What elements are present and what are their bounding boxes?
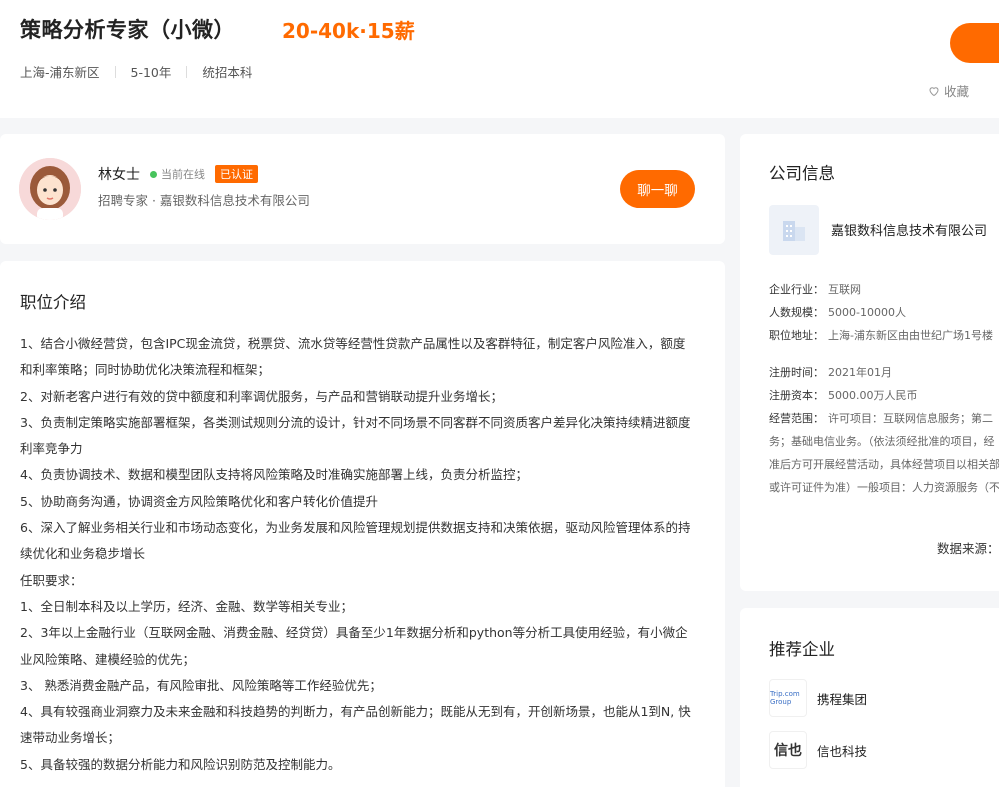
description-line: 2、3年以上金融行业（互联网金融、消费金融、经贷贷）具备至少1年数据分析和pyt… (20, 625, 688, 667)
online-status-text: 当前在线 (161, 168, 205, 181)
description-line: 5、具备较强的数据分析能力和风险识别防范及控制能力。 (20, 756, 341, 772)
ctrip-logo: Trip.com Group (769, 679, 807, 717)
scope-line: 准后方可开展经营活动，具体经营项目以相关部 (769, 458, 999, 471)
size-label: 人数规模： (769, 306, 824, 319)
description-line: 4、具有较强商业洞察力及未来金融和科技趋势的判断力，有产品创新能力；既能从无到有… (20, 704, 691, 746)
description-line: 2、对新老客户进行有效的贷中额度和利率调优服务，与产品和营销联动提升业务增长； (20, 388, 503, 404)
company-info-card: 公司信息 嘉银数科信息技术有限公司 企业行业： 互联网 人数规模： 5000-1… (740, 134, 999, 591)
scope-line: 或许可证件为准）一般项目：人力资源服务（不 (769, 481, 999, 494)
scope-line: 务；基础电信业务。（依法须经批准的项目，经 (769, 435, 995, 448)
description-line: 3、 熟悉消费金融产品，有风险审批、风险策略等工作经验优先； (20, 677, 382, 693)
recommended-companies-card: 推荐企业 Trip.com Group 携程集团 信也 信也科技 (740, 608, 999, 787)
favorite-button[interactable]: 收藏 (928, 81, 969, 100)
recruiter-subtitle: 招聘专家 · 嘉银数科信息技术有限公司 (98, 193, 310, 208)
chat-button[interactable]: 聊一聊 (620, 170, 695, 208)
recruiter-name-row: 林女士 当前在线 已认证 (98, 164, 258, 184)
job-title: 策略分析专家（小微） (20, 18, 235, 42)
job-location: 上海-浦东新区 (20, 65, 100, 80)
recommend-item-name: 携程集团 (817, 691, 868, 707)
description-line: 6、深入了解业务相关行业和市场动态变化，为业务发展和风险管理规划提供数据支持和决… (20, 520, 691, 562)
data-source-label: 数据来源： (937, 541, 999, 556)
company-size-row: 人数规模： 5000-10000人 (769, 301, 999, 324)
xinye-logo: 信也 (769, 731, 807, 769)
recruiter-card: 林女士 当前在线 已认证 招聘专家 · 嘉银数科信息技术有限公司 聊一聊 (0, 134, 725, 244)
company-details: 企业行业： 互联网 人数规模： 5000-10000人 职位地址： 上海-浦东新… (769, 278, 999, 499)
description-body: 1、结合小微经营贷，包含IPC现金流贷，税票贷、流水贷等经营性贷款产品属性以及客… (20, 331, 696, 778)
reg-date-label: 注册时间： (769, 366, 824, 379)
description-line: 5、协助商务沟通，协调资金方风险策略优化和客户转化价值提升 (20, 493, 378, 509)
company-industry-row: 企业行业： 互联网 (769, 278, 999, 301)
job-meta: 上海-浦东新区 5-10年 统招本科 (20, 62, 252, 81)
scope-label: 经营范围： (769, 412, 824, 425)
company-info-title: 公司信息 (769, 164, 835, 183)
recommend-item-xinye[interactable]: 信也 信也科技 (769, 731, 867, 769)
capital-label: 注册资本： (769, 389, 824, 402)
description-line: 任职要求： (20, 572, 83, 588)
ctrip-logo-text: Trip.com Group (770, 690, 800, 706)
divider (114, 65, 116, 78)
verified-badge: 已认证 (215, 165, 258, 183)
company-capital-row: 注册资本： 5000.00万人民币 (769, 384, 999, 407)
description-line: 1、全日制本科及以上学历，经济、金融、数学等相关专业； (20, 598, 353, 614)
company-reg-date-row: 注册时间： 2021年01月 (769, 361, 999, 384)
salary: 20-40k·15薪 (282, 19, 415, 43)
divider (186, 65, 188, 78)
size-value: 5000-10000人 (828, 306, 906, 319)
job-header: 策略分析专家（小微） 20-40k·15薪 上海-浦东新区 5-10年 统招本科… (0, 0, 999, 118)
address-label: 职位地址： (769, 329, 824, 342)
description-line: 1、结合小微经营贷，包含IPC现金流贷，税票贷、流水贷等经营性贷款产品属性以及客… (20, 336, 686, 378)
description-title: 职位介绍 (20, 293, 86, 312)
xinye-logo-text: 信也 (774, 743, 802, 759)
business-scope: 经营范围： 许可项目：互联网信息服务；第二 务；基础电信业务。（依法须经批准的项目… (769, 407, 999, 499)
recommend-title: 推荐企业 (769, 640, 835, 659)
job-description-card: 职位介绍 1、结合小微经营贷，包含IPC现金流贷，税票贷、流水贷等经营性贷款产品… (0, 261, 725, 787)
capital-value: 5000.00万人民币 (828, 389, 918, 402)
online-status: 当前在线 (150, 166, 205, 182)
recommend-item-ctrip[interactable]: Trip.com Group 携程集团 (769, 679, 867, 717)
job-experience: 5-10年 (130, 65, 172, 80)
recruiter-name: 林女士 (98, 167, 140, 183)
scope-line: 许可项目：互联网信息服务；第二 (828, 412, 993, 425)
reg-date-value: 2021年01月 (828, 366, 892, 379)
company-name[interactable]: 嘉银数科信息技术有限公司 (831, 220, 987, 239)
job-education: 统招本科 (202, 65, 253, 80)
description-line: 3、负责制定策略实施部署框架，各类测试规则分流的设计，针对不同场景不同客群不同资… (20, 414, 691, 457)
online-dot-icon (150, 170, 157, 178)
apply-button[interactable] (950, 23, 999, 63)
description-line: 4、负责协调技术、数据和模型团队支持将风险策略及时准确实施部署上线，负责分析监控… (20, 467, 528, 483)
address-value: 上海-浦东新区由由世纪广场1号楼 (828, 329, 993, 342)
building-icon (783, 221, 805, 241)
heart-icon (929, 86, 939, 96)
favorite-label: 收藏 (944, 84, 970, 99)
industry-label: 企业行业： (769, 283, 824, 296)
company-address-row: 职位地址： 上海-浦东新区由由世纪广场1号楼 (769, 324, 999, 347)
company-logo[interactable] (769, 205, 819, 255)
industry-value: 互联网 (828, 283, 861, 296)
recommend-item-name: 信也科技 (817, 743, 868, 759)
recruiter-avatar (19, 158, 81, 220)
